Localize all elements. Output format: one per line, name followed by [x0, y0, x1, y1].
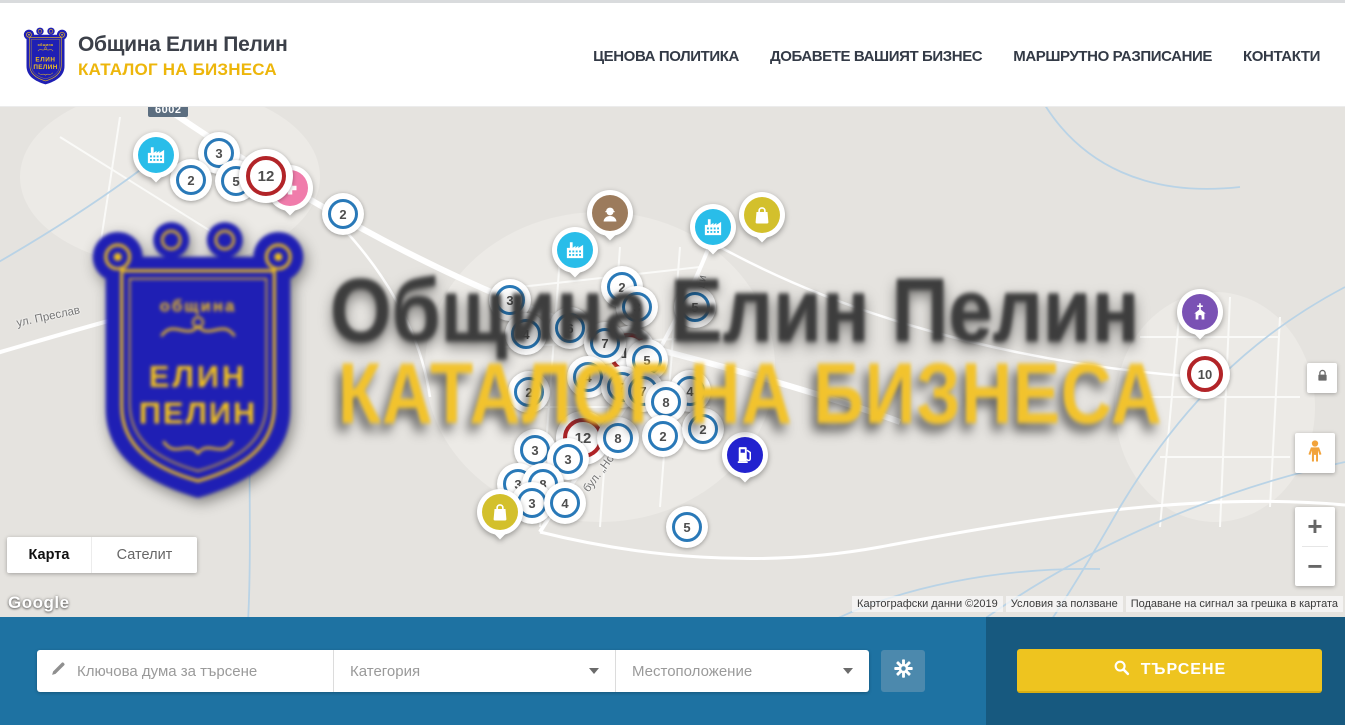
cluster-count: 2: [187, 173, 194, 188]
worker-icon: [600, 203, 620, 223]
page-subtitle: КАТАЛОГ НА БИЗНЕСА: [78, 60, 288, 80]
map-pin-marker[interactable]: [739, 192, 785, 238]
map-cluster-marker[interactable]: 12: [239, 149, 293, 203]
lock-icon: [1315, 368, 1330, 388]
map-cluster-marker[interactable]: 3: [616, 286, 658, 328]
map-pin-marker[interactable]: [552, 227, 598, 273]
search-button[interactable]: ТЪРСЕНЕ: [1017, 649, 1322, 693]
satellite-type-button[interactable]: Сателит: [91, 537, 197, 573]
page-title: Община Елин Пелин: [78, 33, 288, 57]
cluster-count: 3: [564, 452, 571, 467]
cluster-count: 3: [506, 293, 513, 308]
factory-icon: [146, 145, 166, 165]
cluster-count: 7: [601, 336, 608, 351]
nav-item-add-business[interactable]: ДОБАВЕТЕ ВАШИЯТ БИЗНЕС: [770, 48, 982, 65]
report-error-link[interactable]: Подаване на сигнал за грешка в картата: [1126, 596, 1343, 612]
cluster-count: 12: [258, 168, 275, 185]
cluster-count: 5: [643, 353, 650, 368]
cluster-count: 6: [566, 321, 573, 336]
cluster-count: 4: [584, 370, 591, 385]
cluster-count: 10: [1198, 367, 1212, 382]
main-nav: ЦЕНОВА ПОЛИТИКА ДОБАВЕТЕ ВАШИЯТ БИЗНЕС М…: [593, 3, 1320, 110]
chevron-down-icon: [589, 668, 599, 674]
map-type-button[interactable]: Карта: [7, 537, 91, 573]
cluster-count: 3: [531, 443, 538, 458]
map-cluster-marker[interactable]: 4: [544, 482, 586, 524]
search-button-label: ТЪРСЕНЕ: [1141, 661, 1226, 679]
map-cluster-marker[interactable]: 10: [1180, 349, 1230, 399]
nav-item-pricing[interactable]: ЦЕНОВА ПОЛИТИКА: [593, 48, 739, 65]
location-select[interactable]: Местоположение: [615, 650, 869, 692]
search-panel: Категория Местоположение ТЪРСЕНЕ: [0, 617, 1345, 725]
cluster-count: 5: [683, 520, 690, 535]
map-cluster-marker[interactable]: 4: [505, 313, 547, 355]
nav-item-contacts[interactable]: КОНТАКТИ: [1243, 48, 1320, 65]
header: Община Елин Пелин КАТАЛОГ НА БИЗНЕСА ЦЕН…: [0, 0, 1345, 107]
zoom-control: + −: [1295, 507, 1335, 586]
cluster-count: 2: [699, 422, 706, 437]
map-markers-layer: 325122233564137542274812822333834510: [0, 107, 1345, 617]
map-pin-marker[interactable]: [133, 132, 179, 178]
category-select[interactable]: Категория: [333, 650, 615, 692]
keyword-field: [37, 650, 333, 692]
map-canvas[interactable]: 6002 ул. Преслав бул. „Новосел ици 32512…: [0, 107, 1345, 617]
map-cluster-marker[interactable]: 5: [666, 506, 708, 548]
settings-button[interactable]: [881, 650, 925, 692]
map-pin-marker[interactable]: [1177, 289, 1223, 335]
page: 6002 ул. Преслав бул. „Новосел ици 32512…: [0, 0, 1345, 725]
map-cluster-marker[interactable]: 2: [322, 193, 364, 235]
cluster-count: 4: [522, 327, 529, 342]
map-cluster-marker[interactable]: 5: [674, 286, 716, 328]
pegman-button[interactable]: [1295, 433, 1335, 473]
pencil-icon: [50, 660, 67, 682]
category-select-label: Категория: [350, 663, 420, 680]
chevron-down-icon: [843, 668, 853, 674]
header-titles: Община Елин Пелин КАТАЛОГ НА БИЗНЕСА: [78, 33, 288, 80]
cluster-count: 2: [659, 429, 666, 444]
cluster-count: 8: [662, 395, 669, 410]
cluster-count: 3: [215, 146, 222, 161]
shopping-bag-icon: [752, 205, 772, 225]
fuel-icon: [735, 445, 755, 465]
map-pin-marker[interactable]: [690, 204, 736, 250]
cluster-count: 2: [339, 207, 346, 222]
map-pin-marker[interactable]: [477, 489, 523, 535]
factory-icon: [565, 240, 585, 260]
zoom-in-button[interactable]: +: [1295, 507, 1335, 546]
cluster-count: 8: [614, 431, 621, 446]
map-cluster-marker[interactable]: 2: [508, 371, 550, 413]
search-input[interactable]: [77, 663, 333, 680]
attribution-text: Картографски данни ©2019: [852, 596, 1003, 612]
cluster-count: 4: [561, 496, 568, 511]
map-cluster-marker[interactable]: 2: [642, 415, 684, 457]
lock-button[interactable]: [1307, 363, 1337, 393]
location-select-label: Местоположение: [632, 663, 752, 680]
cluster-count: 4: [686, 384, 693, 399]
cluster-count: 3: [633, 300, 640, 315]
map-attribution: Картографски данни ©2019 Условия за полз…: [852, 596, 1343, 612]
map-pin-marker[interactable]: [722, 432, 768, 478]
gear-icon: [893, 658, 914, 684]
map-cluster-marker[interactable]: 2: [682, 408, 724, 450]
cluster-count: 5: [691, 300, 698, 315]
search-fields: Категория Местоположение: [37, 650, 869, 692]
nav-item-route-schedule[interactable]: МАРШРУТНО РАЗПИСАНИЕ: [1013, 48, 1212, 65]
pegman-icon: [1303, 439, 1327, 468]
factory-icon: [703, 217, 723, 237]
terms-link[interactable]: Условия за ползване: [1006, 596, 1123, 612]
cluster-count: 3: [528, 496, 535, 511]
google-logo[interactable]: Google: [8, 593, 70, 613]
zoom-out-button[interactable]: −: [1295, 547, 1335, 586]
search-icon: [1113, 659, 1130, 681]
church-icon: [1190, 302, 1210, 322]
map-cluster-marker[interactable]: 8: [597, 417, 639, 459]
shopping-bag-icon: [490, 502, 510, 522]
municipality-logo[interactable]: [22, 26, 69, 86]
cluster-count: 2: [525, 385, 532, 400]
map-type-control: Карта Сателит: [7, 537, 197, 573]
